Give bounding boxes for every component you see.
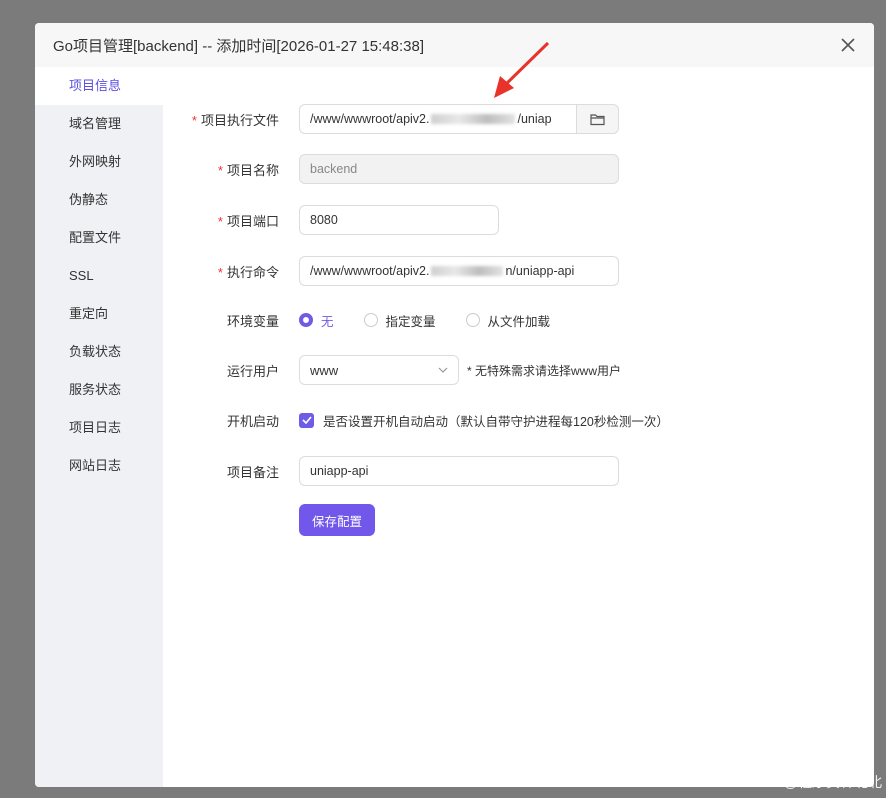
browse-folder-button[interactable]	[577, 104, 619, 134]
sidebar-item-site-log[interactable]: 网站日志	[35, 447, 163, 485]
checkmark-icon	[301, 416, 312, 424]
project-port-label: 项目端口	[226, 213, 279, 229]
exec-file-row: * 项目执行文件 /www/wwwroot/apiv2./uniap	[163, 104, 619, 134]
remark-label: 项目备注	[226, 464, 279, 480]
remark-row: 项目备注 uniapp-api	[163, 456, 619, 486]
save-config-button[interactable]: 保存配置	[299, 504, 376, 536]
sidebar-item-external-mapping[interactable]: 外网映射	[35, 143, 163, 181]
run-user-label: 运行用户	[226, 363, 279, 379]
env-vars-label: 环境变量	[226, 313, 279, 329]
sidebar-item-pseudo-static[interactable]: 伪静态	[35, 181, 163, 219]
sidebar-item-domain-management[interactable]: 域名管理	[35, 105, 163, 143]
project-port-row: * 项目端口 8080	[163, 205, 499, 235]
remark-input[interactable]: uniapp-api	[299, 456, 619, 486]
exec-command-input[interactable]: /www/wwwroot/apiv2. n/uniapp-api	[299, 256, 619, 286]
sidebar-item-config-file[interactable]: 配置文件	[35, 219, 163, 257]
env-radio-from-file[interactable]: 从文件加载	[465, 311, 550, 330]
content-panel: * 项目执行文件 /www/wwwroot/apiv2./uniap * 项目名称 …	[163, 67, 874, 787]
chevron-down-icon	[438, 367, 448, 373]
sidebar: 项目信息 域名管理 外网映射 伪静态 配置文件 SSL 重定向 负载状态 服务状…	[35, 67, 163, 787]
redacted-text	[431, 266, 504, 276]
close-button[interactable]	[838, 35, 858, 55]
env-radio-none[interactable]: 无	[299, 311, 334, 330]
sidebar-item-load-status[interactable]: 负载状态	[35, 333, 163, 371]
run-user-hint: * 无特殊需求请选择www用户	[467, 363, 622, 378]
sidebar-item-service-status[interactable]: 服务状态	[35, 371, 163, 409]
project-name-row: * 项目名称 backend	[163, 154, 619, 184]
modal-header: Go项目管理[backend] -- 添加时间[2026-01-27 15:48…	[35, 23, 874, 67]
env-radio-specify[interactable]: 指定变量	[363, 311, 436, 330]
red-arrow-annotation	[494, 41, 550, 98]
watermark: CSDN @程序员林北北	[740, 774, 882, 790]
autostart-label: 开机启动	[226, 413, 279, 429]
sidebar-item-project-info[interactable]: 项目信息	[35, 67, 163, 105]
sidebar-item-project-log[interactable]: 项目日志	[35, 409, 163, 447]
exec-command-label: 执行命令	[226, 264, 279, 280]
exec-file-label: 项目执行文件	[200, 112, 279, 128]
autostart-row: 开机启动 是否设置开机自动启动（默认自带守护进程每120秒检测一次）	[163, 405, 669, 435]
exec-file-group: /www/wwwroot/apiv2./uniap	[299, 104, 619, 134]
run-user-select[interactable]: www	[299, 355, 459, 385]
sidebar-item-ssl[interactable]: SSL	[35, 257, 163, 295]
project-port-input[interactable]: 8080	[299, 205, 499, 235]
exec-command-row: * 执行命令 /www/wwwroot/apiv2. n/uniapp-api	[163, 256, 619, 286]
project-name-label: 项目名称	[226, 162, 279, 178]
env-vars-row: 环境变量 无 指定变量 从文件加载	[163, 305, 580, 335]
autostart-text: 是否设置开机自动启动（默认自带守护进程每120秒检测一次）	[323, 414, 669, 429]
autostart-checkbox[interactable]	[299, 412, 314, 428]
close-icon	[841, 38, 855, 52]
redacted-text	[431, 114, 516, 124]
exec-file-input[interactable]: /www/wwwroot/apiv2./uniap	[299, 104, 577, 134]
run-user-row: 运行用户 www * 无特殊需求请选择www用户	[163, 355, 621, 385]
project-settings-modal: Go项目管理[backend] -- 添加时间[2026-01-27 15:48…	[35, 23, 874, 787]
modal-title: Go项目管理[backend] -- 添加时间[2026-01-27 15:48…	[53, 37, 425, 55]
sidebar-item-redirect[interactable]: 重定向	[35, 295, 163, 333]
save-row: 保存配置	[163, 504, 376, 536]
project-name-input: backend	[299, 154, 619, 184]
env-vars-radio-group: 无 指定变量 从文件加载	[299, 311, 580, 330]
folder-icon	[590, 113, 605, 125]
